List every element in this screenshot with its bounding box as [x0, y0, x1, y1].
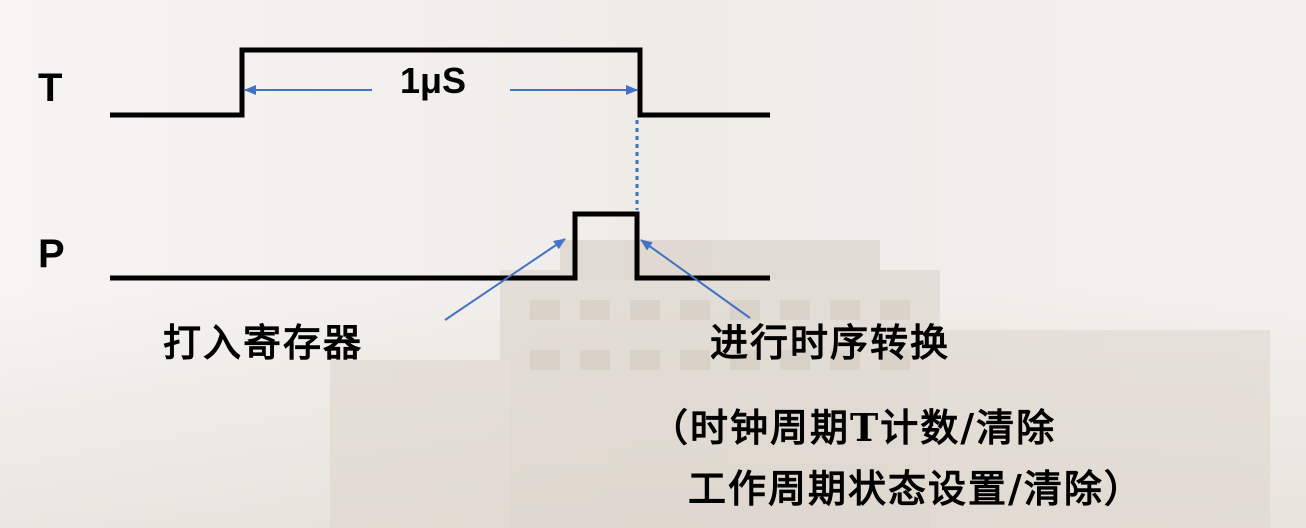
- latch-register-annotation: 打入寄存器: [163, 320, 364, 365]
- signal-label-t: T: [38, 66, 63, 110]
- signal-label-p: P: [38, 232, 65, 276]
- p-waveform: [110, 211, 770, 281]
- timing-transition-annotation: 进行时序转换: [710, 320, 951, 365]
- detail-annotation-line2: 工作周期状态设置/清除）: [688, 466, 1144, 511]
- pulse-duration-label: 1μS: [400, 60, 467, 101]
- detail-annotation-line1: （时钟周期T计数/清除: [650, 405, 1057, 450]
